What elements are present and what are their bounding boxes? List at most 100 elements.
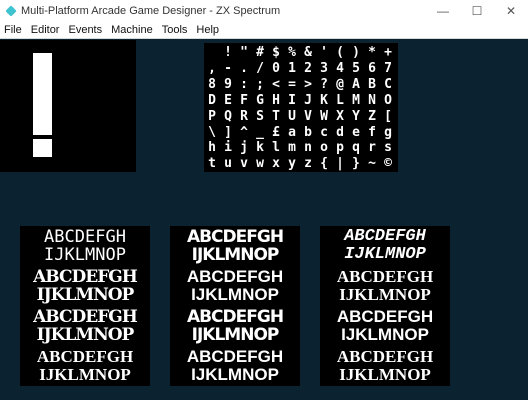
charset-char[interactable]: u: [220, 156, 236, 171]
charset-char[interactable]: %: [284, 45, 300, 60]
menu-events[interactable]: Events: [64, 24, 107, 36]
charset-char[interactable]: $: [268, 45, 284, 60]
minimize-button[interactable]: —: [426, 0, 460, 22]
charset-char[interactable]: n: [300, 140, 316, 155]
charset-char[interactable]: B: [364, 77, 380, 92]
font-sample-2[interactable]: ABCDEFGH IJKLMNOP: [170, 226, 300, 266]
charset-char[interactable]: !: [220, 45, 236, 60]
charset-char[interactable]: :: [236, 77, 252, 92]
charset-char[interactable]: G: [252, 93, 268, 108]
charset-char[interactable]: K: [316, 93, 332, 108]
charset-char[interactable]: l: [268, 140, 284, 155]
charset-char[interactable]: £: [268, 125, 284, 140]
charset-char[interactable]: {: [316, 156, 332, 171]
font-sample-5[interactable]: ABCDEFGH IJKLMNOP: [170, 266, 300, 306]
charset-char[interactable]: Q: [220, 109, 236, 124]
charset-char[interactable]: P: [204, 109, 220, 124]
charset-char[interactable]: &: [300, 45, 316, 60]
charset-char[interactable]: ,: [204, 61, 220, 76]
font-sample-4[interactable]: ABCDEFGH IJKLMNOP: [20, 266, 150, 306]
charset-char[interactable]: e: [348, 125, 364, 140]
menu-tools[interactable]: Tools: [158, 24, 193, 36]
menu-machine[interactable]: Machine: [107, 24, 158, 36]
charset-char[interactable]: [: [380, 109, 396, 124]
charset-char[interactable]: =: [284, 77, 300, 92]
charset-char[interactable]: a: [284, 125, 300, 140]
menu-help[interactable]: Help: [192, 24, 224, 36]
charset-char[interactable]: b: [300, 125, 316, 140]
charset-char[interactable]: |: [332, 156, 348, 171]
character-set-grid[interactable]: ! " # $% & '() * +, -./0 1 2 3 4 5 6 7 8 9:; < = >? @ A B C D E F G H…: [204, 43, 398, 172]
charset-char[interactable]: 9: [220, 77, 236, 92]
font-sample-12[interactable]: ABCDEFGH IJKLMNOP: [320, 346, 450, 386]
charset-char[interactable]: ): [348, 45, 364, 60]
charset-char[interactable]: 0: [268, 61, 284, 76]
charset-char[interactable]: *: [364, 45, 380, 60]
charset-char[interactable]: ;: [252, 77, 268, 92]
charset-char[interactable]: \: [204, 125, 220, 140]
charset-char[interactable]: f: [364, 125, 380, 140]
character-preview[interactable]: [0, 40, 108, 172]
charset-char[interactable]: V: [300, 109, 316, 124]
charset-char[interactable]: 2: [300, 61, 316, 76]
charset-char[interactable]: ]: [220, 125, 236, 140]
charset-char[interactable]: 6: [364, 61, 380, 76]
font-sample-11[interactable]: ABCDEFGH IJKLMNOP: [170, 346, 300, 386]
close-button[interactable]: ✕: [494, 0, 528, 22]
charset-char[interactable]: 7: [380, 61, 396, 76]
charset-char[interactable]: W: [316, 109, 332, 124]
charset-char[interactable]: -: [220, 61, 236, 76]
charset-char[interactable]: w: [252, 156, 268, 171]
charset-char[interactable]: L: [332, 93, 348, 108]
charset-char[interactable]: @: [332, 77, 348, 92]
charset-char[interactable]: M: [348, 93, 364, 108]
charset-char[interactable]: T: [268, 109, 284, 124]
charset-char[interactable]: 1: [284, 61, 300, 76]
font-sample-3[interactable]: ABCDEFGH IJKLMNOP: [320, 226, 450, 266]
charset-char[interactable]: J: [300, 93, 316, 108]
charset-char[interactable]: ': [316, 45, 332, 60]
charset-char[interactable]: v: [236, 156, 252, 171]
charset-char[interactable]: i: [220, 140, 236, 155]
charset-char[interactable]: m: [284, 140, 300, 155]
charset-char[interactable]: F: [236, 93, 252, 108]
charset-char[interactable]: t: [204, 156, 220, 171]
menu-file[interactable]: File: [0, 24, 27, 36]
charset-char[interactable]: D: [204, 93, 220, 108]
charset-char[interactable]: o: [316, 140, 332, 155]
charset-char[interactable]: 5: [348, 61, 364, 76]
charset-char[interactable]: z: [300, 156, 316, 171]
charset-char[interactable]: 4: [332, 61, 348, 76]
charset-char[interactable]: #: [252, 45, 268, 60]
font-sample-7[interactable]: ABCDEFGH IJKLMNOP: [20, 306, 150, 346]
charset-char[interactable]: }: [348, 156, 364, 171]
charset-char[interactable]: +: [380, 45, 396, 60]
charset-char[interactable]: ^: [236, 125, 252, 140]
charset-char[interactable]: R: [236, 109, 252, 124]
charset-char[interactable]: Y: [348, 109, 364, 124]
charset-char[interactable]: s: [380, 140, 396, 155]
charset-char[interactable]: A: [348, 77, 364, 92]
charset-char[interactable]: c: [316, 125, 332, 140]
font-sample-1[interactable]: ABCDEFGH IJKLMNOP: [20, 226, 150, 266]
charset-char[interactable]: d: [332, 125, 348, 140]
charset-char[interactable]: ~: [364, 156, 380, 171]
charset-char[interactable]: Z: [364, 109, 380, 124]
charset-char[interactable]: _: [252, 125, 268, 140]
charset-char[interactable]: I: [284, 93, 300, 108]
font-sample-8[interactable]: ABCDEFGH IJKLMNOP: [170, 306, 300, 346]
menu-editor[interactable]: Editor: [27, 24, 65, 36]
charset-char[interactable]: h: [204, 140, 220, 155]
charset-char[interactable]: /: [252, 61, 268, 76]
charset-char[interactable]: q: [348, 140, 364, 155]
charset-char[interactable]: S: [252, 109, 268, 124]
charset-char[interactable]: N: [364, 93, 380, 108]
font-sample-9[interactable]: ABCDEFGH IJKLMNOP: [320, 306, 450, 346]
font-sample-10[interactable]: ABCDEFGH IJKLMNOP: [20, 346, 150, 386]
charset-char[interactable]: k: [252, 140, 268, 155]
charset-char[interactable]: ©: [380, 156, 396, 171]
charset-char[interactable]: C: [380, 77, 396, 92]
charset-char[interactable]: .: [236, 61, 252, 76]
charset-char[interactable]: >: [300, 77, 316, 92]
charset-char[interactable]: U: [284, 109, 300, 124]
